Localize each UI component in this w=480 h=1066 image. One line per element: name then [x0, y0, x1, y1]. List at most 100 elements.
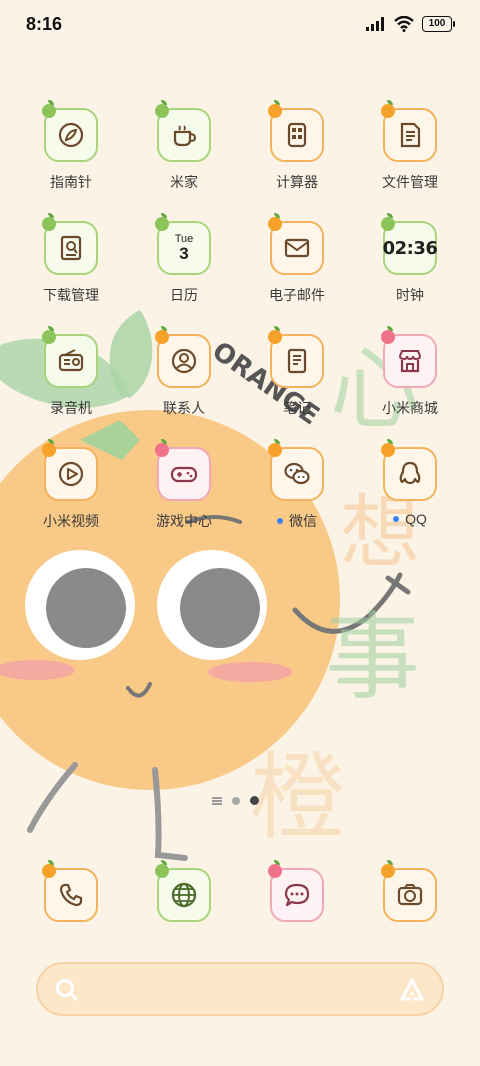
app-label-text: 指南针 — [50, 174, 92, 190]
fruit-badge-icon — [155, 213, 169, 231]
fruit-badge-icon — [42, 860, 56, 878]
fruit-badge-icon — [155, 439, 169, 457]
app-label: 米家 — [124, 172, 244, 192]
document-icon — [400, 122, 421, 148]
app-qq[interactable]: QQ — [360, 439, 460, 547]
app-icon-tile[interactable] — [155, 100, 211, 162]
app-clock[interactable]: 02:36 时钟 — [360, 213, 460, 321]
app-label: 微信 — [237, 511, 357, 531]
fruit-badge-icon — [268, 213, 282, 231]
play-icon — [58, 461, 84, 487]
dock-icon-tile[interactable] — [381, 860, 437, 922]
search-bar[interactable] — [36, 962, 444, 1016]
fruit-badge-icon — [268, 439, 282, 457]
app-icon-tile[interactable]: 02:36 — [381, 213, 438, 275]
app-label: 录音机 — [11, 398, 131, 418]
app-label-text: 日历 — [170, 287, 198, 303]
app-icon-tile[interactable] — [42, 326, 98, 388]
search-input[interactable] — [92, 974, 382, 1006]
fruit-badge-icon — [155, 326, 169, 344]
dock-icon-tile[interactable] — [42, 860, 98, 922]
app-icon-tile[interactable] — [268, 326, 324, 388]
page-dot-1[interactable] — [232, 796, 240, 805]
assistant-icon[interactable] — [398, 977, 426, 1003]
dock-app-camera[interactable] — [360, 860, 460, 968]
page-dot-2-active[interactable] — [250, 796, 259, 805]
app-label: 下载管理 — [11, 285, 131, 305]
app-label-text: 电子邮件 — [269, 287, 325, 303]
app-cup[interactable]: 米家 — [134, 100, 234, 208]
app-compass[interactable]: 指南针 — [21, 100, 121, 208]
fruit-badge-icon — [268, 100, 282, 118]
app-notes[interactable]: 笔记 — [247, 326, 347, 434]
download-icon — [60, 235, 82, 261]
app-label-text: 游戏中心 — [156, 513, 212, 529]
app-label: 联系人 — [124, 398, 244, 418]
app-icon-tile[interactable] — [42, 213, 98, 275]
compass-icon — [58, 122, 84, 148]
app-label-text: 计算器 — [276, 174, 318, 190]
app-icon-tile[interactable] — [381, 100, 437, 162]
qq-icon — [399, 461, 421, 485]
status-icons: 100 — [366, 16, 455, 32]
app-download[interactable]: 下载管理 — [21, 213, 121, 321]
app-store[interactable]: 小米商城 — [360, 326, 460, 434]
dock-app-phone[interactable] — [21, 860, 121, 968]
camera-icon — [397, 884, 423, 906]
app-label: 游戏中心 — [124, 511, 244, 531]
app-gamepad[interactable]: 游戏中心 — [134, 439, 234, 547]
app-icon-tile[interactable] — [155, 439, 211, 501]
app-icon-tile[interactable] — [268, 213, 324, 275]
wallpaper-slogan-4: 橙 — [250, 743, 345, 853]
app-label: 小米商城 — [350, 398, 470, 418]
browser-icon — [171, 882, 197, 908]
radio-icon — [58, 349, 84, 372]
app-calendar[interactable]: Tue 3 日历 — [134, 213, 234, 321]
app-icon-tile[interactable] — [42, 100, 98, 162]
fruit-badge-icon — [381, 860, 395, 878]
wifi-icon — [394, 16, 414, 32]
calendar-date: 3 — [179, 244, 189, 263]
fruit-badge-icon — [268, 326, 282, 344]
status-time: 8:16 — [26, 14, 63, 34]
fruit-badge-icon — [42, 326, 56, 344]
page-indicator[interactable] — [212, 796, 259, 805]
app-label: 文件管理 — [350, 172, 470, 192]
app-wechat[interactable]: 微信 — [247, 439, 347, 547]
dock-app-browser[interactable] — [134, 860, 234, 968]
clock-icon: 02:36 — [382, 237, 438, 259]
app-icon-tile[interactable] — [42, 439, 98, 501]
fruit-badge-icon — [268, 860, 282, 878]
app-label-text: 米家 — [170, 174, 198, 190]
app-icon-tile[interactable] — [381, 439, 437, 501]
dock-icon-tile[interactable] — [268, 860, 324, 922]
wallpaper-slogan-3: 事 — [325, 603, 420, 713]
fruit-badge-icon — [381, 326, 395, 344]
app-play[interactable]: 小米视频 — [21, 439, 121, 547]
app-icon-tile[interactable] — [268, 100, 324, 162]
app-contact[interactable]: 联系人 — [134, 326, 234, 434]
app-icon-tile[interactable]: Tue 3 — [155, 213, 211, 275]
fruit-badge-icon — [42, 213, 56, 231]
app-icon-tile[interactable] — [381, 326, 437, 388]
app-label-text: QQ — [405, 511, 427, 527]
phone-icon — [59, 883, 83, 907]
app-calculator[interactable]: 计算器 — [247, 100, 347, 208]
app-icon-tile[interactable] — [268, 439, 324, 501]
notes-icon — [287, 348, 307, 374]
app-mail[interactable]: 电子邮件 — [247, 213, 347, 321]
app-label-text: 文件管理 — [382, 174, 438, 190]
app-label: 电子邮件 — [237, 285, 357, 305]
app-icon-tile[interactable] — [155, 326, 211, 388]
dock-icon-tile[interactable] — [155, 860, 211, 922]
app-label-text: 小米视频 — [43, 513, 99, 529]
app-label: 指南针 — [11, 172, 131, 192]
contact-icon — [171, 348, 197, 374]
fruit-badge-icon — [42, 439, 56, 457]
wechat-icon — [284, 462, 310, 485]
app-document[interactable]: 文件管理 — [360, 100, 460, 208]
app-label: 时钟 — [350, 285, 470, 305]
dock-app-messages[interactable] — [247, 860, 347, 968]
app-radio[interactable]: 录音机 — [21, 326, 121, 434]
app-label-text: 小米商城 — [382, 400, 438, 416]
